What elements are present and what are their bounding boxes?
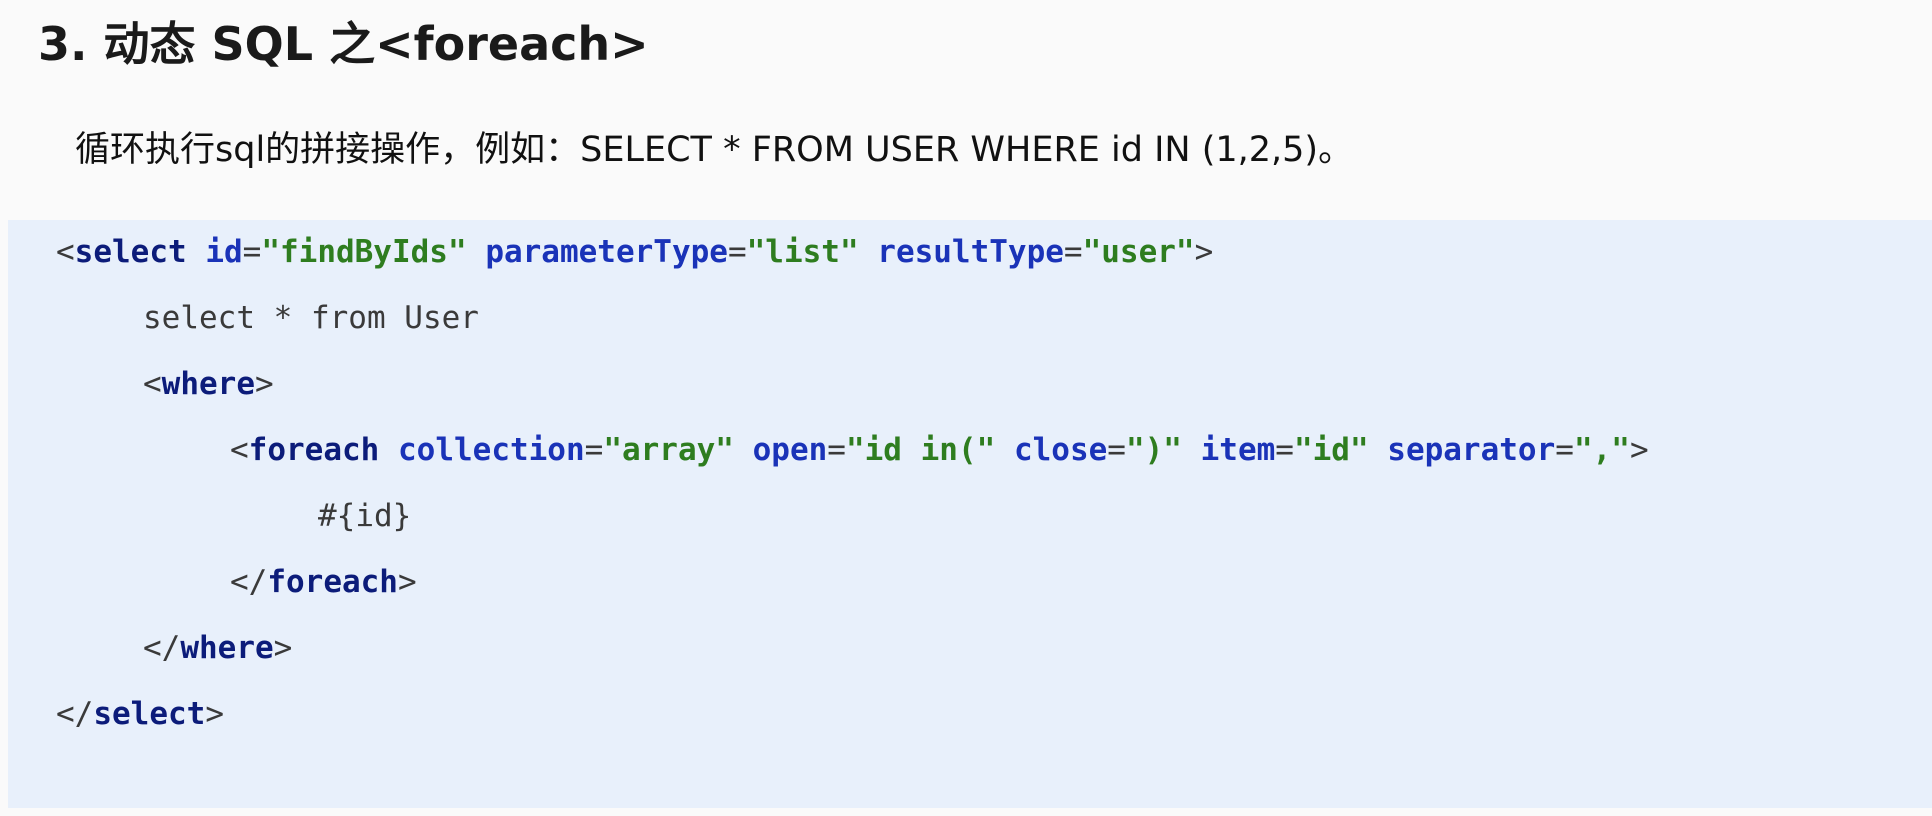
code-token-gt: > [255,366,274,402]
code-line-where-open: <where> [143,360,274,408]
code-line-sql-text: select * from User [143,294,479,342]
code-token-eq: = [1107,432,1126,468]
code-token-gt: > [273,630,293,666]
code-line-where-close: </where> [143,624,292,672]
code-token-tag: select [74,234,187,270]
code-token-eq: = [584,432,604,468]
code-token-lt: < [56,234,75,270]
code-token-lt: </ [56,696,94,732]
code-token-expr: #{id} [318,498,412,534]
code-line-foreach-close: </foreach> [230,558,417,606]
code-line-foreach-open: <foreach collection="array" open="id in(… [230,426,1649,474]
slide-title: 3. 动态 SQL 之<foreach> [38,17,649,71]
code-token-tag: select [93,696,206,732]
code-token-tag: where [180,630,274,666]
code-token-sql: select * from User [143,300,479,336]
code-block: <select id="findByIds" parameterType="li… [8,220,1932,808]
code-token-value: "array" [603,432,734,468]
code-token-gt: > [397,564,417,600]
code-token-value: "," [1573,432,1630,468]
code-token-lt: </ [143,630,181,666]
code-token-gt: > [1629,432,1649,468]
code-token-gt: > [1194,234,1214,270]
code-token-value: "user" [1082,234,1195,270]
code-token-tag: where [161,366,255,402]
code-token-attr: open [752,432,828,468]
code-token-value: "list" [746,234,859,270]
code-token-value: "findByIds" [261,234,467,270]
code-token-value: "id" [1293,432,1369,468]
code-token-attr: close [1013,432,1108,468]
slide-description: 循环执行sql的拼接操作，例如：SELECT * FROM USER WHERE… [75,130,1354,170]
code-token-value: ")" [1125,432,1182,468]
code-token-eq: = [242,234,262,270]
code-token-eq: = [1555,432,1574,468]
code-token-lt: < [230,432,249,468]
code-token-gt: > [205,696,224,732]
code-token-eq: = [1275,432,1294,468]
code-token-lt: < [143,366,162,402]
code-token-tag: foreach [248,432,380,468]
code-token-attr: resultType [877,234,1064,270]
code-line-select-close: </select> [56,690,224,738]
code-token-eq: = [1063,234,1083,270]
code-token-eq: = [727,234,747,270]
code-token-attr: item [1200,432,1276,468]
code-token-tag: foreach [267,564,398,600]
code-token-eq: = [827,432,846,468]
code-token-attr: parameterType [485,234,728,270]
code-token-lt: </ [230,564,268,600]
code-line-select-open: <select id="findByIds" parameterType="li… [56,228,1213,276]
code-token-attr: separator [1387,432,1556,468]
code-line-item-expr: #{id} [318,492,411,540]
code-token-attr: collection [398,432,585,468]
code-token-attr: id [205,234,243,270]
code-token-value: "id in(" [845,432,996,468]
